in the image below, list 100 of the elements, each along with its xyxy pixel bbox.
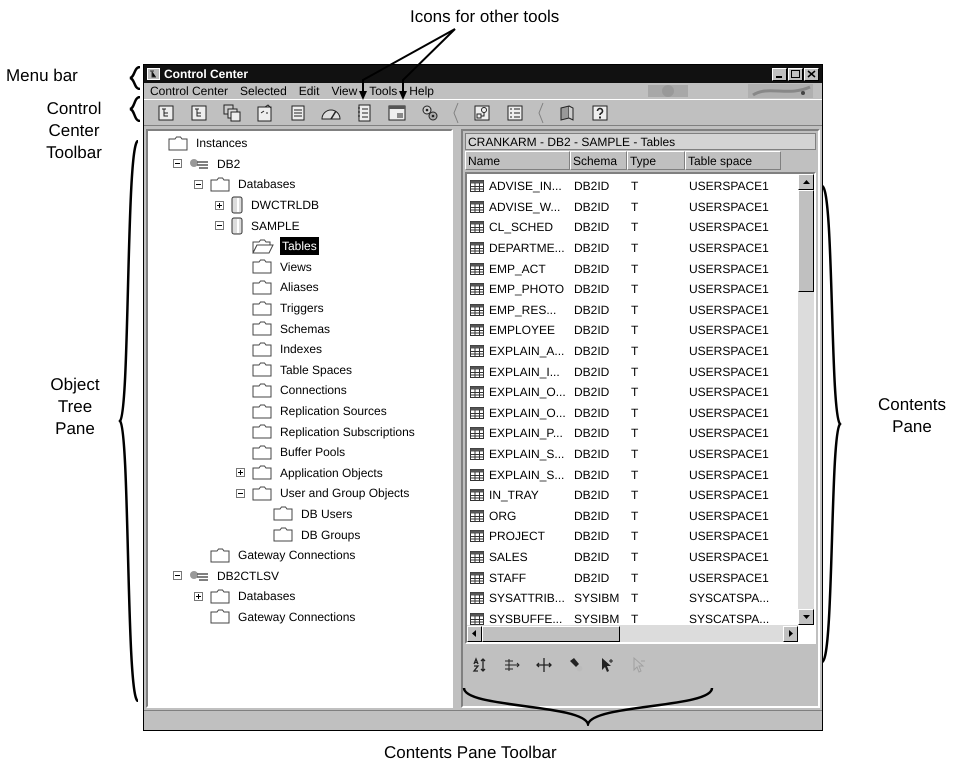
path-field: CRANKARM - DB2 - SAMPLE - Tables (465, 133, 816, 150)
tree-item[interactable]: DWCTRLDB (249, 196, 321, 214)
table-cell-text: ADVISE_W... (489, 198, 560, 216)
tree-item[interactable]: Table Spaces (278, 360, 354, 379)
tree-item[interactable]: Gateway Connections (236, 608, 358, 626)
tree-item[interactable]: Databases (236, 175, 298, 194)
table-cell-text: DB2ID (574, 528, 610, 546)
table-cell-text: EMPLOYEE (489, 322, 556, 340)
tree-item[interactable]: Application Objects (278, 464, 385, 482)
callout-label: Object Tree Pane (49, 374, 101, 440)
tree-item[interactable]: Indexes (278, 340, 324, 358)
table-cell-text: DB2ID (574, 260, 610, 278)
table-cell-text: SYSIBM (574, 590, 620, 608)
menu-item[interactable]: View (325, 82, 364, 100)
table-cell-text: DB2ID (574, 219, 610, 236)
tree-item[interactable]: Triggers (278, 299, 326, 318)
table-cell-text: EXPLAIN_P... (489, 425, 563, 442)
menu-item[interactable]: Selected (234, 82, 293, 100)
table-cell-text: EXPLAIN_S... (489, 446, 564, 464)
tree-item[interactable]: Databases (236, 587, 298, 606)
table-cell-text: EXPLAIN_S... (489, 466, 564, 484)
table-cell-text: DEPARTME... (489, 240, 565, 258)
table-cell-text: EMP_RES... (489, 302, 556, 319)
table-cell-text: T (631, 302, 638, 319)
table-cell-text: USERSPACE1 (689, 281, 769, 298)
table-cell-text: DB2ID (574, 364, 610, 381)
table-cell-text: DB2ID (574, 343, 610, 360)
table-cell-text: T (631, 281, 638, 298)
table-cell-text: EXPLAIN_I... (489, 364, 560, 381)
table-cell-text: USERSPACE1 (689, 343, 769, 360)
menu-item[interactable]: Control Center (144, 82, 234, 100)
table-cell-text: USERSPACE1 (689, 260, 769, 278)
callout-label: Menu bar (6, 65, 78, 87)
table-cell-text: T (631, 446, 638, 464)
table-cell-text: T (631, 260, 638, 278)
table-cell-text: DB2ID (574, 240, 610, 258)
table-cell-text: T (631, 240, 638, 258)
table-cell-text: T (631, 610, 638, 625)
tree-item[interactable]: Replication Subscriptions (278, 422, 417, 441)
column-header[interactable]: Schema (570, 151, 627, 170)
table-cell-text: USERSPACE1 (689, 364, 769, 381)
menu-item[interactable]: Edit (292, 82, 326, 100)
table-cell-text: USERSPACE1 (689, 528, 769, 546)
callout-label: Icons for other tools (410, 6, 560, 28)
table-cell-text: T (631, 404, 638, 422)
table-cell-text: T (631, 466, 638, 484)
table-cell-text: T (631, 487, 638, 504)
table-cell-text: EXPLAIN_O... (489, 384, 566, 402)
table-cell-text: USERSPACE1 (689, 570, 769, 587)
table-cell-text: T (631, 364, 638, 381)
table-cell-text: USERSPACE1 (689, 487, 769, 504)
table-cell-text: EXPLAIN_O... (489, 404, 566, 422)
table-cell-text: DB2ID (574, 198, 610, 216)
tree-item[interactable]: Connections (278, 381, 349, 400)
table-cell-text: USERSPACE1 (689, 384, 769, 402)
table-cell-text: T (631, 198, 638, 216)
tree-item[interactable]: Schemas (278, 320, 332, 338)
table-cell-text: USERSPACE1 (689, 322, 769, 340)
tree-item[interactable]: Aliases (278, 278, 321, 296)
callout-label: Control Center Toolbar (45, 98, 103, 164)
tree-item[interactable]: User and Group Objects (278, 484, 412, 502)
menu-item[interactable]: Tools (363, 82, 404, 100)
menu-item[interactable]: Help (403, 82, 440, 100)
tree-item[interactable]: DB Groups (299, 526, 362, 544)
table-cell-text: USERSPACE1 (689, 178, 769, 196)
table-cell-text: T (631, 219, 638, 236)
table-cell-text: PROJECT (489, 528, 546, 546)
callout-label: Contents Pane (876, 394, 948, 438)
tree-item[interactable]: Replication Sources (278, 402, 389, 420)
column-header[interactable]: Name (465, 151, 570, 170)
table-cell-text: DB2ID (574, 302, 610, 319)
tree-item[interactable]: Instances (194, 134, 250, 152)
table-cell-text: T (631, 322, 638, 340)
table-cell-text: DB2ID (574, 466, 610, 484)
table-cell-text: EMP_PHOTO (489, 281, 564, 298)
tree-item[interactable]: Buffer Pools (278, 443, 348, 462)
tree-item[interactable]: Tables (280, 237, 319, 256)
table-cell-text: DB2ID (574, 570, 610, 587)
table-cell-text: DB2ID (574, 178, 610, 196)
tree-item[interactable]: DB Users (299, 504, 354, 523)
table-cell-text: T (631, 384, 638, 402)
tree-item[interactable]: Gateway Connections (236, 546, 358, 564)
column-header[interactable]: Type (627, 151, 685, 170)
table-cell-text: T (631, 425, 638, 442)
table-cell-text: USERSPACE1 (689, 240, 769, 258)
table-cell-text: STAFF (489, 570, 526, 587)
table-cell-text: IN_TRAY (489, 487, 539, 504)
table-cell-text: USERSPACE1 (689, 404, 769, 422)
table-cell-text: DB2ID (574, 384, 610, 402)
tree-item[interactable]: SAMPLE (249, 216, 302, 235)
table-cell-text: USERSPACE1 (689, 302, 769, 319)
table-cell-text: EMP_ACT (489, 260, 546, 278)
table-cell-text: CL_SCHED (489, 219, 554, 236)
table-cell-text: T (631, 570, 638, 587)
tree-item[interactable]: DB2 (215, 154, 242, 173)
table-cell-text: T (631, 590, 638, 608)
column-header[interactable]: Table space (685, 151, 781, 170)
tree-item[interactable]: DB2CTLSV (215, 566, 282, 585)
table-cell-text: T (631, 528, 638, 546)
tree-item[interactable]: Views (278, 258, 314, 276)
